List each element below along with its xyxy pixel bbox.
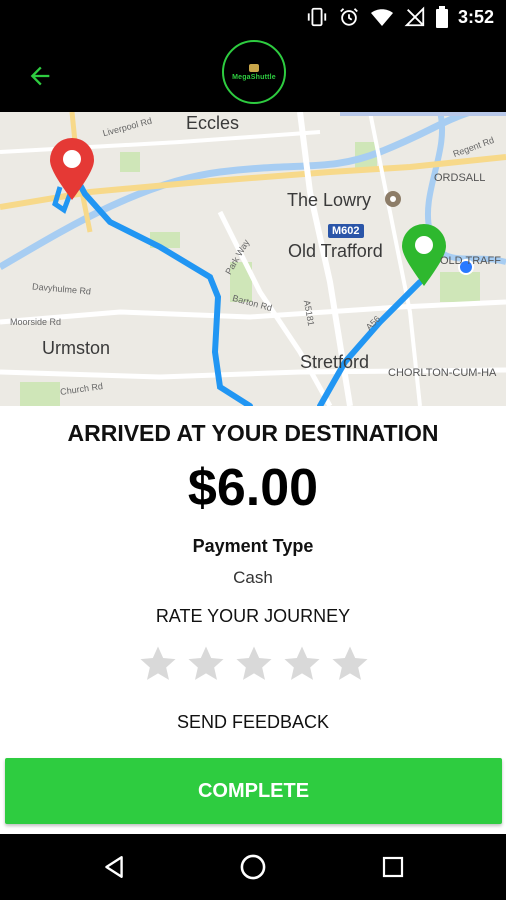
star-icon[interactable] — [186, 644, 226, 684]
status-time: 3:52 — [457, 6, 494, 27]
park-area — [20, 382, 60, 406]
rate-journey-label: RATE YOUR JOURNEY — [155, 606, 351, 626]
fare-amount: $6.00 — [187, 459, 319, 517]
motorway-shield: M602 — [328, 224, 364, 238]
map-canvas — [0, 112, 506, 406]
app-bar: MegaShuttle — [0, 36, 506, 112]
star-icon[interactable] — [330, 644, 370, 684]
park-area — [440, 272, 480, 302]
star-icon[interactable] — [282, 644, 322, 684]
logo-text: MegaShuttle — [232, 73, 276, 81]
park-area — [120, 152, 140, 172]
arrow-back-icon — [30, 66, 50, 86]
map-label-eccles: Eccles — [186, 113, 240, 133]
wifi-icon — [370, 9, 393, 26]
lowry-poi-icon — [385, 191, 401, 207]
nav-back-button[interactable] — [94, 847, 134, 887]
star-icon[interactable] — [138, 644, 178, 684]
payment-type-label: Payment Type — [192, 536, 314, 556]
nav-home-icon — [240, 854, 266, 880]
nav-recents-icon — [382, 856, 404, 878]
map-label-the-lowry: The Lowry — [287, 190, 372, 210]
map-label-chorlton: CHORLTON-CUM-HA — [388, 367, 497, 379]
system-nav-bar — [0, 834, 506, 900]
status-icons: 3:52 — [306, 6, 494, 28]
logo-emblem — [249, 63, 259, 72]
route-line — [69, 167, 253, 406]
nav-home-button[interactable] — [233, 847, 273, 887]
send-feedback-link[interactable]: SEND FEEDBACK — [0, 712, 506, 733]
status-bar: 3:52 — [0, 0, 506, 36]
route-map[interactable]: M602 Eccles The Lowry Old Trafford Urmst… — [0, 112, 506, 406]
road-label-moorside-rd: Moorside Rd — [10, 317, 62, 327]
no-signal-icon — [404, 6, 425, 27]
vibrate-icon — [307, 7, 327, 27]
payment-type-value: Cash — [233, 568, 273, 587]
battery-icon — [435, 6, 448, 28]
map-label-urmston: Urmston — [42, 338, 111, 358]
arrival-title: ARRIVED AT YOUR DESTINATION — [67, 420, 439, 446]
nav-recents-button[interactable] — [373, 847, 413, 887]
back-button[interactable] — [22, 58, 58, 94]
nav-back-icon — [105, 856, 123, 878]
map-label-old-trafford: Old Trafford — [288, 241, 383, 261]
app-logo: MegaShuttle — [222, 40, 286, 104]
map-label-ordsall: ORDSALL — [434, 172, 486, 184]
map-label-stretford: Stretford — [300, 352, 370, 372]
complete-button[interactable]: COMPLETE — [5, 758, 502, 824]
star-rating[interactable] — [138, 644, 370, 684]
map-label-old-traff: OLD TRAFF — [440, 255, 501, 267]
road — [0, 130, 321, 154]
alarm-icon — [340, 8, 358, 26]
star-icon[interactable] — [234, 644, 274, 684]
